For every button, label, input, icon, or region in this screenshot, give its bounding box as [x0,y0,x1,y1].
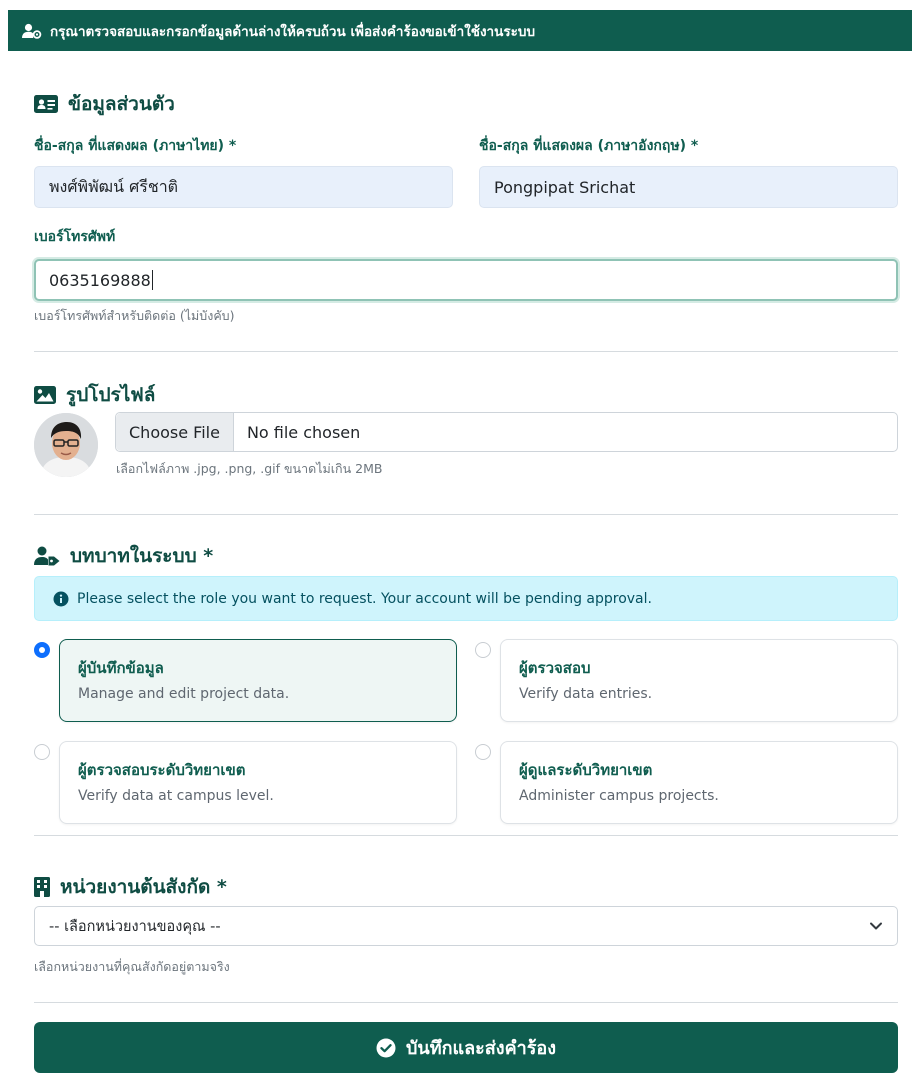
role-option-campus-admin[interactable]: ผู้ดูแลระดับวิทยาเขต Administer campus p… [500,741,898,824]
phone-value: 0635169888 [49,270,151,290]
profile-file-input[interactable]: Choose File No file chosen [115,412,898,452]
name-th-value: พงศ์พิพัฒน์ ศรีชาติ [49,176,179,196]
name-th-label: ชื่อ-สกุล ที่แสดงผล (ภาษาไทย) * [34,138,237,154]
submit-button[interactable]: บันทึกและส่งคำร้อง [34,1022,898,1073]
phone-field[interactable]: 0635169888 [34,259,898,301]
notice-header: กรุณาตรวจสอบและกรอกข้อมูลด้านล่างให้ครบถ… [8,10,912,51]
building-icon [34,877,50,897]
image-icon [34,386,56,404]
divider [34,1002,898,1003]
user-gear-icon [22,23,42,39]
file-status: No file chosen [246,422,361,442]
name-en-label: ชื่อ-สกุล ที่แสดงผล (ภาษาอังกฤษ) * [479,138,699,154]
section-unit-label: หน่วยงานต้นสังกัด * [60,876,227,898]
role-radio-data-entry[interactable] [34,642,50,658]
role-radio-verifier[interactable] [475,642,491,658]
phone-label: เบอร์โทรศัพท์ [34,229,116,245]
info-circle-icon [53,591,69,607]
request-form: ข้อมูลส่วนตัว ชื่อ-สกุล ที่แสดงผล (ภาษาไ… [8,51,912,1090]
role-title: ผู้ดูแลระดับวิทยาเขต [519,761,653,779]
avatar [34,413,98,477]
name-en-field[interactable]: Pongpipat Srichat [479,166,898,208]
notice-text: กรุณาตรวจสอบและกรอกข้อมูลด้านล่างให้ครบถ… [50,23,536,40]
chevron-down-icon [869,919,883,937]
role-title: ผู้ตรวจสอบ [519,659,591,677]
divider [34,351,898,352]
role-desc: Verify data at campus level. [78,788,274,804]
role-radio-campus-verifier[interactable] [34,744,50,760]
name-en-value: Pongpipat Srichat [494,177,636,197]
user-tag-icon [34,546,60,566]
unit-help: เลือกหน่วยงานที่คุณสังกัดอยู่ตามจริง [34,959,230,974]
section-profile-title: รูปโปรไฟล์ [34,380,155,410]
role-desc: Verify data entries. [519,686,653,702]
section-profile-label: รูปโปรไฟล์ [66,384,156,406]
divider [34,514,898,515]
section-personal-title: ข้อมูลส่วนตัว [34,89,175,119]
profile-help: เลือกไฟล์ภาพ .jpg, .png, .gif ขนาดไม่เกิ… [116,461,383,476]
section-roles-title: บทบาทในระบบ * [34,541,213,571]
role-desc: Administer campus projects. [519,788,719,804]
alert-text: Please select the role you want to reque… [77,590,652,607]
choose-file-button[interactable]: Choose File [116,413,234,451]
name-th-field[interactable]: พงศ์พิพัฒน์ ศรีชาติ [34,166,453,208]
role-title: ผู้บันทึกข้อมูล [78,659,164,677]
section-personal-label: ข้อมูลส่วนตัว [68,93,175,115]
phone-help: เบอร์โทรศัพท์สำหรับติดต่อ (ไม่บังคับ) [34,308,235,323]
role-option-campus-verifier[interactable]: ผู้ตรวจสอบระดับวิทยาเขต Verify data at c… [59,741,457,824]
section-roles-label: บทบาทในระบบ * [70,545,214,567]
id-card-icon [34,95,58,113]
role-radio-campus-admin[interactable] [475,744,491,760]
divider [34,835,898,836]
text-caret [151,270,153,290]
role-title: ผู้ตรวจสอบระดับวิทยาเขต [78,761,246,779]
role-option-data-entry[interactable]: ผู้บันทึกข้อมูล Manage and edit project … [59,639,457,722]
role-desc: Manage and edit project data. [78,686,290,702]
section-unit-title: หน่วยงานต้นสังกัด * [34,872,227,902]
unit-select-value: -- เลือกหน่วยงานของคุณ -- [49,918,221,935]
role-info-alert: Please select the role you want to reque… [34,576,898,621]
check-circle-icon [376,1038,396,1058]
role-option-verifier[interactable]: ผู้ตรวจสอบ Verify data entries. [500,639,898,722]
submit-label: บันทึกและส่งคำร้อง [406,1038,556,1059]
page: กรุณาตรวจสอบและกรอกข้อมูลด้านล่างให้ครบถ… [8,10,912,1090]
unit-select[interactable]: -- เลือกหน่วยงานของคุณ -- [34,906,898,946]
